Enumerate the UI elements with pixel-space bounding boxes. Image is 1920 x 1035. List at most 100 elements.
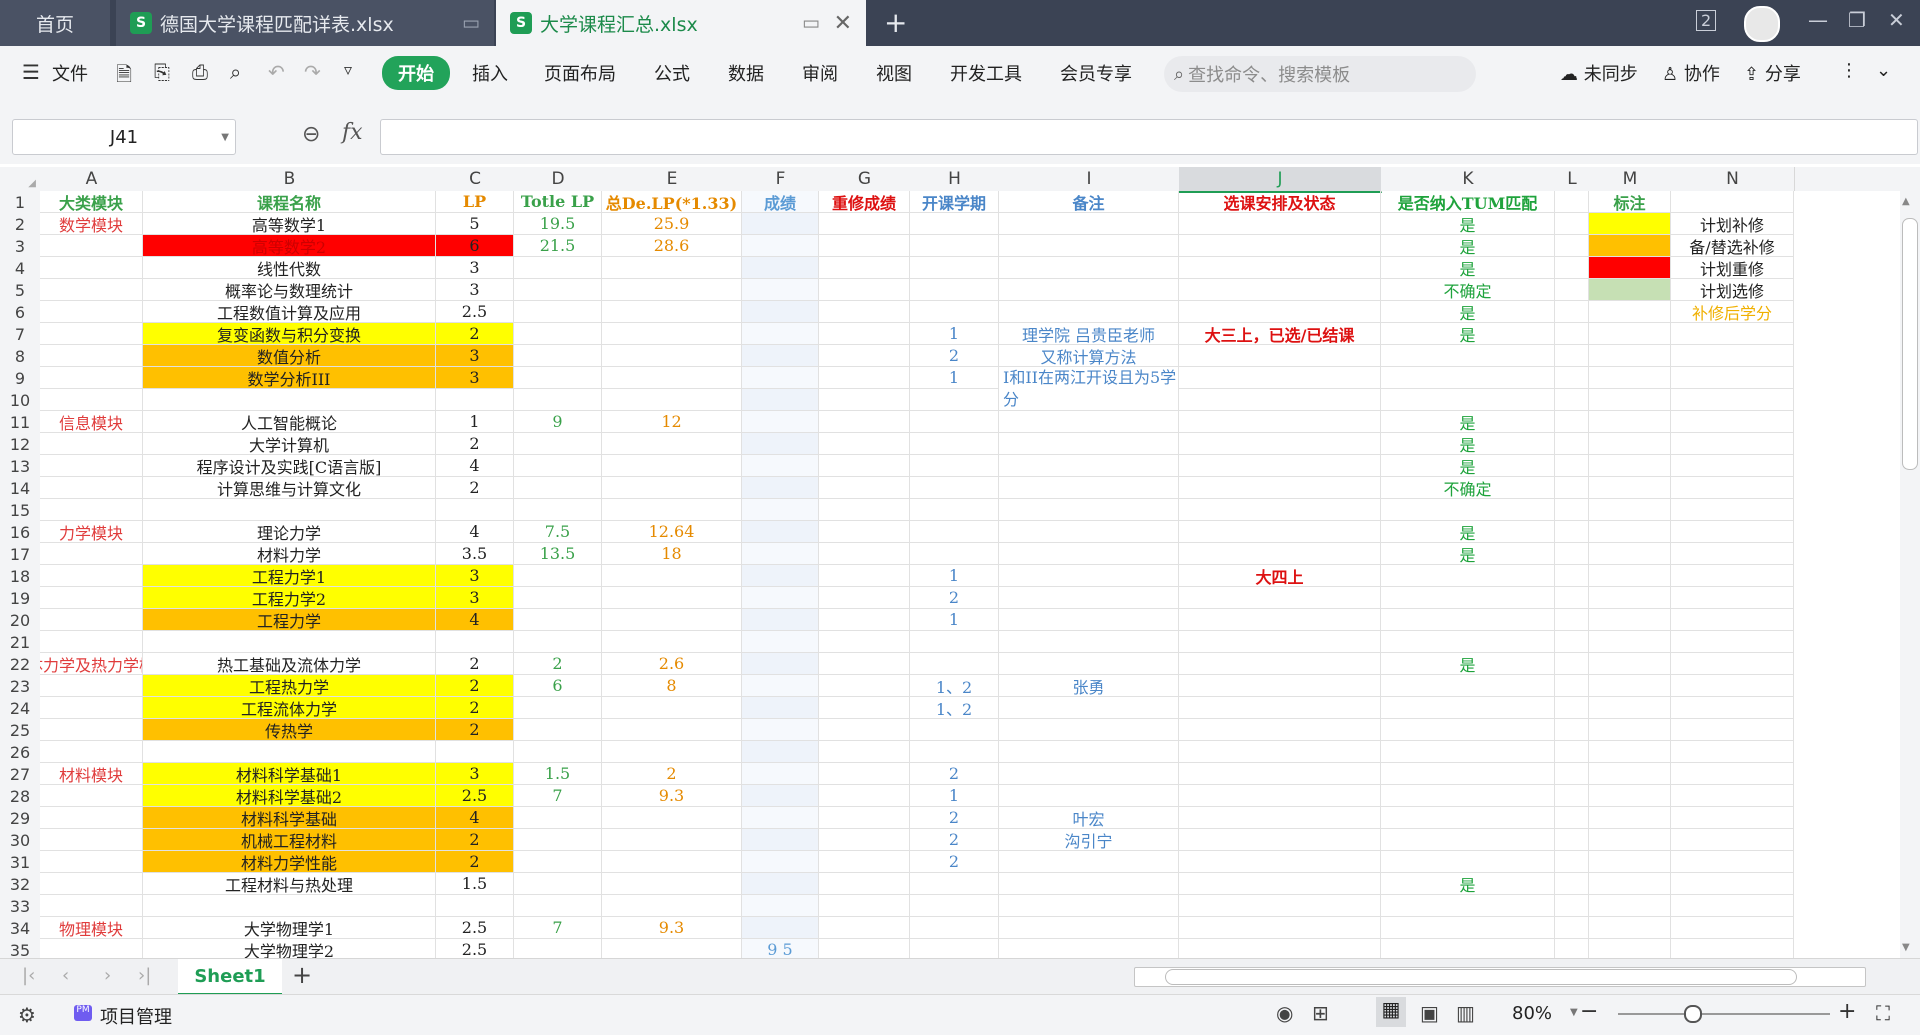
cell-a8[interactable]: [40, 345, 143, 367]
cell-c33[interactable]: [436, 895, 514, 917]
cell-c4[interactable]: 3: [436, 257, 514, 279]
row-header[interactable]: 2: [0, 213, 40, 236]
cell-g10[interactable]: [819, 389, 910, 411]
menu-review[interactable]: 审阅: [802, 60, 838, 86]
cell-h16[interactable]: [910, 521, 999, 543]
cell-n31[interactable]: [1671, 851, 1794, 873]
row-header[interactable]: 28: [0, 785, 40, 808]
row-header[interactable]: 17: [0, 543, 40, 566]
cell-j31[interactable]: [1179, 851, 1381, 873]
cell-g15[interactable]: [819, 499, 910, 521]
cell-j26[interactable]: [1179, 741, 1381, 763]
sheet-tab-sheet1[interactable]: Sheet1: [178, 959, 282, 995]
cell-m10[interactable]: [1589, 389, 1671, 411]
cell-k8[interactable]: [1381, 345, 1555, 367]
eye-protection-icon[interactable]: ◉: [1276, 1001, 1293, 1025]
cell-b16[interactable]: 理论力学: [143, 521, 436, 543]
column-header-h[interactable]: H: [910, 167, 1000, 191]
cell-i26[interactable]: [999, 741, 1179, 763]
cell-g2[interactable]: [819, 213, 910, 235]
column-header-k[interactable]: K: [1381, 167, 1556, 191]
cell-g16[interactable]: [819, 521, 910, 543]
cell-i27[interactable]: [999, 763, 1179, 785]
cell-h31[interactable]: 2: [910, 851, 999, 873]
cell-b18[interactable]: 工程力学1: [143, 565, 436, 587]
share-button[interactable]: ⇪ 分享: [1744, 60, 1801, 86]
row-header[interactable]: 4: [0, 257, 40, 280]
cell-c25[interactable]: 2: [436, 719, 514, 741]
cell-l18[interactable]: [1555, 565, 1589, 587]
cell-d4[interactable]: [514, 257, 602, 279]
zoom-lookup-icon[interactable]: ⊖: [302, 122, 320, 147]
horizontal-scrollbar[interactable]: [1134, 967, 1866, 987]
cell-k11[interactable]: 是: [1381, 411, 1555, 433]
cell-g6[interactable]: [819, 301, 910, 323]
cell-f10[interactable]: [742, 389, 819, 411]
cell-j29[interactable]: [1179, 807, 1381, 829]
cell-m28[interactable]: [1589, 785, 1671, 807]
cell-g29[interactable]: [819, 807, 910, 829]
formula-input[interactable]: [380, 119, 1918, 155]
cell-f22[interactable]: [742, 653, 819, 675]
cell-k9[interactable]: [1381, 367, 1555, 389]
cell-a30[interactable]: [40, 829, 143, 851]
cell-m19[interactable]: [1589, 587, 1671, 609]
cell-l26[interactable]: [1555, 741, 1589, 763]
row-header[interactable]: 29: [0, 807, 40, 830]
cell-l23[interactable]: [1555, 675, 1589, 697]
cell-f3[interactable]: [742, 235, 819, 257]
monitor-icon[interactable]: ▭: [802, 12, 820, 34]
cell-d5[interactable]: [514, 279, 602, 301]
cell-n15[interactable]: [1671, 499, 1794, 521]
column-header-n[interactable]: N: [1671, 167, 1795, 191]
vertical-scroll-thumb[interactable]: [1902, 218, 1918, 470]
cell-n23[interactable]: [1671, 675, 1794, 697]
zoom-out-icon[interactable]: −: [1580, 999, 1598, 1024]
select-all-corner[interactable]: ◢: [0, 167, 41, 191]
cell-i29[interactable]: 叶宏: [999, 807, 1179, 829]
cell-a32[interactable]: [40, 873, 143, 895]
cell-j6[interactable]: [1179, 301, 1381, 323]
cell-c35[interactable]: 2.5: [436, 939, 514, 958]
cell-c23[interactable]: 2: [436, 675, 514, 697]
cell-b3[interactable]: 高等数学2: [143, 235, 436, 257]
cell-h4[interactable]: [910, 257, 999, 279]
cell-h8[interactable]: 2: [910, 345, 999, 367]
cell-g28[interactable]: [819, 785, 910, 807]
cell-m29[interactable]: [1589, 807, 1671, 829]
cell-a24[interactable]: [40, 697, 143, 719]
cell-c14[interactable]: 2: [436, 477, 514, 499]
cell-e7[interactable]: [602, 323, 742, 345]
cell-l4[interactable]: [1555, 257, 1589, 279]
cell-f4[interactable]: [742, 257, 819, 279]
cell-h12[interactable]: [910, 433, 999, 455]
row-header[interactable]: 19: [0, 587, 40, 610]
cell-f19[interactable]: [742, 587, 819, 609]
cell-f12[interactable]: [742, 433, 819, 455]
cell-h35[interactable]: [910, 939, 999, 958]
scroll-up-icon[interactable]: ▲: [1902, 196, 1910, 207]
row-header[interactable]: 25: [0, 719, 40, 742]
print-icon[interactable]: ⎙: [192, 60, 208, 84]
cell-l34[interactable]: [1555, 917, 1589, 939]
cell-e21[interactable]: [602, 631, 742, 653]
cell-m21[interactable]: [1589, 631, 1671, 653]
cell-f28[interactable]: [742, 785, 819, 807]
cell-h20[interactable]: 1: [910, 609, 999, 631]
cell-e34[interactable]: 9.3: [602, 917, 742, 939]
cell-b17[interactable]: 材料力学: [143, 543, 436, 565]
cell-a33[interactable]: [40, 895, 143, 917]
cell-h26[interactable]: [910, 741, 999, 763]
cell-f32[interactable]: [742, 873, 819, 895]
cell-j19[interactable]: [1179, 587, 1381, 609]
cell-n34[interactable]: [1671, 917, 1794, 939]
cell-c10[interactable]: [436, 389, 514, 411]
cell-l14[interactable]: [1555, 477, 1589, 499]
window-count-icon[interactable]: 2: [1696, 10, 1717, 31]
row-header[interactable]: 34: [0, 917, 40, 940]
cell-l25[interactable]: [1555, 719, 1589, 741]
cell-k21[interactable]: [1381, 631, 1555, 653]
cell-h11[interactable]: [910, 411, 999, 433]
menu-developer[interactable]: 开发工具: [950, 60, 1022, 86]
cell-e19[interactable]: [602, 587, 742, 609]
